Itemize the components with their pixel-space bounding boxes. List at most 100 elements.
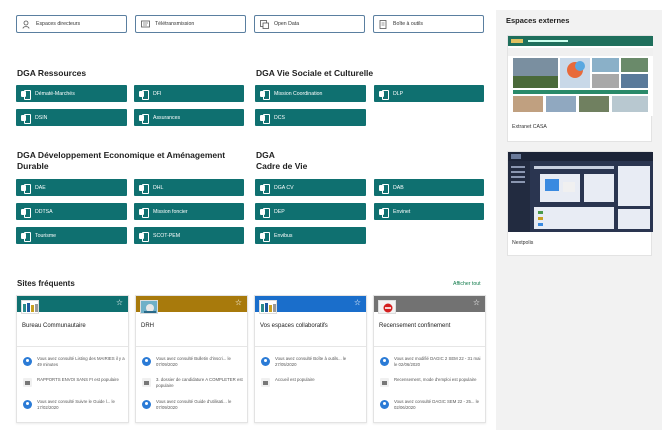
section-title-line: DGA Développement Economique et Aménagem… (17, 150, 226, 160)
tile-demate-marches[interactable]: Dématé-Marchés (16, 85, 127, 102)
document-icon (380, 378, 389, 387)
sharepoint-icon (21, 207, 31, 218)
site-card-espaces-collaboratifs[interactable]: ☆ Vos espaces collaboratifs Vous avez co… (254, 295, 367, 423)
sharepoint-icon (139, 89, 149, 100)
site-logo (21, 300, 39, 314)
person-icon (22, 20, 31, 29)
tile-label: DFI (153, 90, 162, 97)
site-card-title: Recensement confinement (379, 323, 451, 329)
activity-text: 3. dossier de candidature A COMPLETER es… (156, 377, 243, 388)
favorite-star-icon[interactable]: ☆ (354, 298, 361, 307)
sharepoint-icon (379, 183, 389, 194)
site-card-bureau-communautaire[interactable]: ☆ Bureau Communautaire Vous avez consult… (16, 295, 129, 423)
sharepoint-icon (139, 231, 149, 242)
tile-label: Envibus (274, 232, 293, 239)
activity-item[interactable]: Vous avez modifié DAGIC 2 SEM 22 - 31 ma… (380, 356, 484, 368)
quick-link-teletransmission[interactable]: Télétransmission (135, 15, 246, 33)
site-logo (378, 300, 396, 314)
activity-item[interactable]: Accueil est populaire (261, 377, 365, 387)
section-title-line: Durable (17, 161, 49, 171)
tile-assurances[interactable]: Assurances (134, 109, 244, 126)
data-icon (260, 19, 269, 29)
quick-link-label: Espaces directeurs (36, 21, 81, 27)
activity-item[interactable]: Vous avez consulté Bulletin d'inscri... … (142, 356, 246, 368)
tile-label: Dématé-Marchés (35, 90, 75, 97)
site-card-drh[interactable]: ☆ DRH Vous avez consulté Bulletin d'insc… (135, 295, 248, 423)
tile-label: DEP (274, 208, 285, 215)
activity-item[interactable]: Vous avez consulté Guide d'utilisati... … (142, 399, 246, 411)
activity-text: Vous avez consulté Boîte à outils... le … (275, 356, 347, 367)
sharepoint-icon (260, 113, 270, 124)
sharepoint-icon (379, 207, 389, 218)
extranet-casa-screenshot (508, 36, 653, 116)
tile-ddtsa[interactable]: DDTSA (16, 203, 127, 220)
quick-link-open-data[interactable]: Open Data (254, 15, 365, 33)
sharepoint-icon (260, 183, 270, 194)
nextpolis-screenshot (508, 152, 653, 232)
section-title-ressources: DGA Ressources (17, 68, 87, 78)
external-card-extranet-casa[interactable]: Extranet CASA (507, 35, 653, 142)
tile-dep[interactable]: DEP (255, 203, 366, 220)
sharepoint-icon (21, 231, 31, 242)
user-icon (142, 357, 151, 366)
quick-link-boite-a-outils[interactable]: Boîte à outils (373, 15, 484, 33)
card-band: ☆ (374, 296, 485, 314)
card-band: ☆ (17, 296, 128, 314)
quick-link-espaces-directeurs[interactable]: Espaces directeurs (16, 15, 127, 33)
tile-mission-foncier[interactable]: Mission foncier (134, 203, 244, 220)
favorite-star-icon[interactable]: ☆ (473, 298, 480, 307)
activity-text: Vous avez consulté Listing des MAIRIES i… (37, 356, 125, 367)
sharepoint-icon (139, 113, 149, 124)
favorite-star-icon[interactable]: ☆ (116, 298, 123, 307)
external-card-nextpolis[interactable]: Nextpolis (507, 151, 653, 256)
tile-dsin[interactable]: DSIN (16, 109, 127, 126)
site-card-recensement-confinement[interactable]: ☆ Recensement confinement Vous avez modi… (373, 295, 486, 423)
activity-item[interactable]: Vous avez consulté Boîte à outils... le … (261, 356, 365, 368)
tile-label: Mission foncier (153, 208, 188, 215)
tile-label: SCOT-PEM (153, 232, 181, 239)
tile-envinet[interactable]: Envinet (374, 203, 484, 220)
tile-dcs[interactable]: DCS (255, 109, 366, 126)
sharepoint-icon (21, 113, 31, 124)
user-icon (23, 400, 32, 409)
activity-item[interactable]: Vous avez consulté Listing des MAIRIES i… (23, 356, 127, 368)
show-all-link[interactable]: Afficher tout (453, 281, 481, 287)
tile-scot-pem[interactable]: SCOT-PEM (134, 227, 244, 244)
tile-dga-cv[interactable]: DGA CV (255, 179, 366, 196)
tile-label: Mission Coordination (274, 90, 323, 97)
user-icon (23, 357, 32, 366)
activity-text: Vous avez consulté Suivre le Guide l... … (37, 399, 115, 410)
activity-item[interactable]: 3. dossier de candidature A COMPLETER es… (142, 377, 246, 389)
tile-label: DAB (393, 184, 404, 191)
document-icon (142, 378, 151, 387)
user-icon (261, 357, 270, 366)
quick-link-label: Boîte à outils (393, 21, 423, 27)
activity-item[interactable]: Vous avez consulté Suivre le Guide l... … (23, 399, 127, 411)
tile-mission-coordination[interactable]: Mission Coordination (255, 85, 366, 102)
tile-dhl[interactable]: DHL (134, 179, 244, 196)
site-logo (259, 300, 277, 314)
tile-dfi[interactable]: DFI (134, 85, 244, 102)
site-card-title: Vos espaces collaboratifs (260, 323, 328, 329)
external-spaces-title: Espaces externes (506, 16, 570, 25)
tile-dlp[interactable]: DLP (374, 85, 484, 102)
activity-item[interactable]: Vous avez consulté DAGIC SEM 22 - 25... … (380, 399, 484, 411)
tile-label: Assurances (153, 114, 181, 121)
activity-item[interactable]: Recensement, mode d'emploi est populaire (380, 377, 484, 387)
tile-label: DGA CV (274, 184, 294, 191)
tile-tourisme[interactable]: Tourisme (16, 227, 127, 244)
favorite-star-icon[interactable]: ☆ (235, 298, 242, 307)
user-icon (380, 357, 389, 366)
section-title-vie-sociale: DGA Vie Sociale et Culturelle (256, 68, 374, 78)
card-divider (17, 346, 128, 347)
tile-dab[interactable]: DAB (374, 179, 484, 196)
toolbox-icon (379, 19, 388, 29)
frequent-sites-title: Sites fréquents (17, 279, 75, 288)
sharepoint-icon (139, 207, 149, 218)
activity-item[interactable]: RAPPORTS ENVOI SANS FI est populaire (23, 377, 127, 387)
tile-label: DAE (35, 184, 46, 191)
tile-envibus[interactable]: Envibus (255, 227, 366, 244)
user-icon (380, 400, 389, 409)
tile-dae[interactable]: DAE (16, 179, 127, 196)
user-icon (142, 400, 151, 409)
